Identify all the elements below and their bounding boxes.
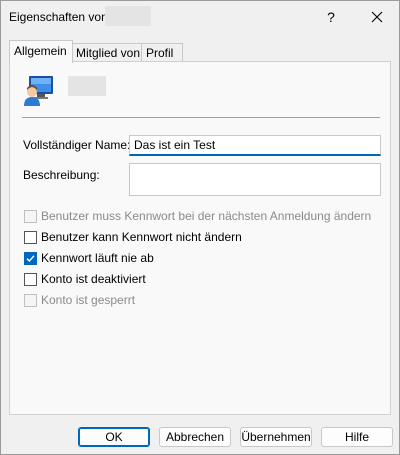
checkbox[interactable] (24, 293, 37, 307)
option-label: Konto ist gesperrt (41, 293, 136, 307)
close-icon (371, 11, 383, 23)
description-label: Beschreibung: (23, 168, 100, 182)
properties-dialog: Eigenschaften von ? Allgemein Mitglied v… (0, 0, 400, 455)
window-title: Eigenschaften von (9, 10, 108, 24)
option-label: Kennwort läuft nie ab (41, 251, 154, 265)
general-tab-panel: Vollständiger Name: Beschreibung: Benutz… (9, 61, 391, 415)
checkbox[interactable] (24, 251, 37, 265)
description-input[interactable] (129, 163, 381, 196)
option-account-disabled[interactable]: Konto ist deaktiviert (24, 271, 146, 287)
full-name-label: Vollständiger Name: (23, 138, 131, 152)
tab-allgemein[interactable]: Allgemein (9, 40, 73, 63)
redacted-account-name (68, 76, 106, 96)
user-monitor-icon (24, 76, 53, 106)
separator (22, 117, 380, 118)
ok-button[interactable]: OK (78, 427, 150, 447)
option-label: Benutzer muss Kennwort bei der nächsten … (41, 209, 372, 223)
title-bar[interactable]: Eigenschaften von ? (1, 1, 399, 33)
close-button[interactable] (355, 1, 399, 33)
checkmark-icon (26, 254, 35, 262)
redacted-username (105, 6, 151, 26)
option-must-change-password[interactable]: Benutzer muss Kennwort bei der nächsten … (24, 208, 371, 224)
tab-profil[interactable]: Profil (141, 43, 183, 62)
apply-button[interactable]: Übernehmen (240, 427, 312, 447)
option-label: Benutzer kann Kennwort nicht ändern (41, 230, 242, 244)
checkbox[interactable] (24, 209, 37, 223)
help-title-button[interactable]: ? (309, 1, 353, 33)
checkbox[interactable] (24, 272, 37, 286)
option-account-locked[interactable]: Konto ist gesperrt (24, 292, 135, 308)
full-name-input[interactable] (129, 135, 381, 156)
cancel-button[interactable]: Abbrechen (159, 427, 231, 447)
option-password-never-expires[interactable]: Kennwort läuft nie ab (24, 250, 154, 266)
option-cannot-change-password[interactable]: Benutzer kann Kennwort nicht ändern (24, 229, 242, 245)
option-label: Konto ist deaktiviert (41, 272, 146, 286)
checkbox[interactable] (24, 230, 37, 244)
tab-mitglied-von[interactable]: Mitglied von (71, 43, 147, 62)
help-button[interactable]: Hilfe (321, 427, 393, 447)
